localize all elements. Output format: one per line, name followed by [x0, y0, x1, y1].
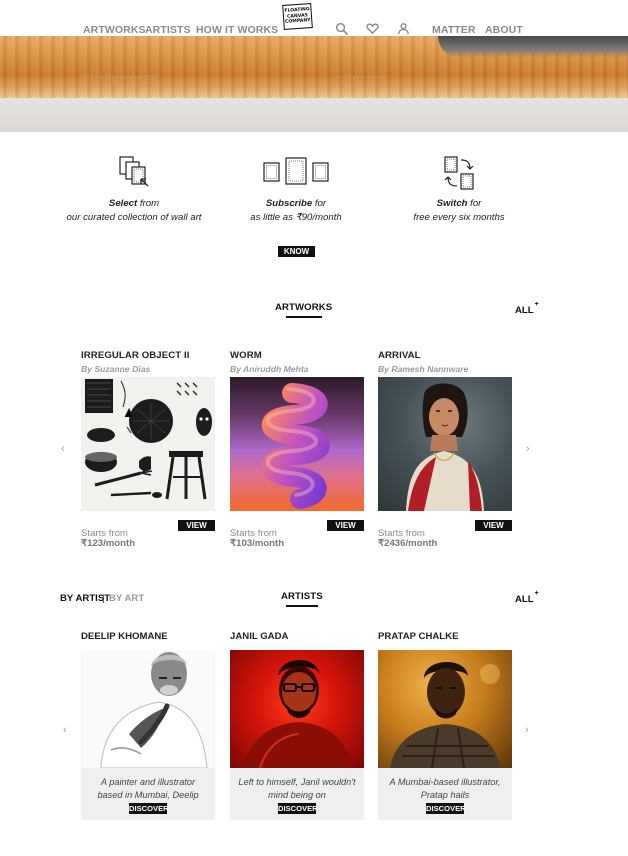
artwork-arrival-illustration — [406, 383, 484, 511]
artworks-all-link[interactable]: ALL+ — [515, 301, 539, 316]
search-icon[interactable] — [335, 22, 348, 35]
subscribe-frames-icon — [263, 157, 329, 185]
nav-artworks[interactable]: ARTWORKS — [83, 24, 146, 36]
artists-title-text: ARTISTS — [281, 591, 323, 602]
view-button[interactable]: VIEW — [475, 520, 512, 531]
hero-banner — [0, 0, 628, 132]
artist-janil-portrait — [244, 659, 352, 768]
artists-title-underline — [285, 605, 318, 607]
artwork-price: ₹103/month — [230, 538, 285, 549]
step-switch-line2: free every six months — [413, 212, 505, 223]
step-subscribe-line2: as little as ₹90/month — [250, 212, 342, 223]
artwork-price: ₹123/month — [81, 538, 136, 549]
artist-card: PRATAP CHALKE A Mumbai-based illustrator… — [378, 631, 512, 821]
artist-name[interactable]: JANIL GADA — [230, 631, 364, 642]
artist-bio: A painter and illustrator based in Mumba… — [97, 777, 199, 800]
artist-bio: Left to himself, Janil wouldn't mind bei… — [238, 777, 356, 800]
artwork-image[interactable] — [378, 377, 512, 511]
artwork-artist[interactable]: By Ramesh Nannware — [378, 364, 512, 374]
user-icon[interactable] — [397, 22, 410, 35]
site-logo[interactable]: FLOATING CANVAS COMPANY — [282, 3, 313, 30]
artist-card: DEELIP KHOMANE A painter and illustrator… — [81, 631, 215, 821]
heart-icon[interactable] — [366, 22, 379, 35]
artworks-prev-arrow[interactable]: ‹ — [61, 443, 65, 455]
hero-rock-image — [438, 36, 628, 58]
artwork-card: WORM By Aniruddh Mehta Starts from ₹103/… — [230, 350, 364, 550]
artwork-title[interactable]: IRREGULAR OBJECT II — [81, 350, 215, 361]
know-button[interactable]: KNOW — [278, 246, 315, 257]
artist-pratap-portrait — [390, 661, 500, 768]
artist-bio-box: A painter and illustrator based in Mumba… — [81, 768, 215, 820]
artist-photo[interactable] — [378, 650, 512, 768]
artwork-image[interactable] — [230, 377, 364, 511]
artists-all-link[interactable]: ALL+ — [515, 590, 539, 605]
artist-bio-box: Left to himself, Janil wouldn't mind bei… — [230, 768, 364, 820]
nav-artists[interactable]: ARTISTS — [145, 24, 191, 36]
artwork-card: IRREGULAR OBJECT II By Suzanne Dias Star — [81, 350, 215, 550]
nav-about[interactable]: ABOUT — [485, 24, 523, 36]
artworks-title-underline — [285, 316, 322, 318]
artist-card: JANIL GADA Left to himself, Janil wouldn… — [230, 631, 364, 821]
toggle-separator: | — [102, 593, 105, 604]
artist-name[interactable]: DEELIP KHOMANE — [81, 631, 215, 642]
nav-enterprises[interactable]: ENTERPRISES — [83, 74, 158, 86]
artwork-artist[interactable]: By Aniruddh Mehta — [230, 364, 364, 374]
artwork-worm-illustration — [261, 383, 330, 509]
view-button[interactable]: VIEW — [327, 520, 364, 531]
hero-wall-image — [0, 98, 628, 132]
artists-section-title: ARTISTS — [281, 591, 323, 607]
discover-button[interactable]: DISCOVER — [278, 803, 318, 814]
step-subscribe: Subscribe for as little as ₹90/month — [201, 155, 391, 225]
toggle-by-art[interactable]: BY ART — [109, 593, 144, 604]
switch-frames-icon — [444, 156, 474, 190]
nav-contact[interactable]: CONTACT — [336, 74, 387, 86]
artwork-title[interactable]: ARRIVAL — [378, 350, 512, 361]
artists-next-arrow[interactable]: › — [525, 724, 529, 736]
artworks-next-arrow[interactable]: › — [526, 443, 530, 455]
discover-button[interactable]: DISCOVER — [426, 803, 466, 814]
artist-name[interactable]: PRATAP CHALKE — [378, 631, 512, 642]
nav-matter[interactable]: MATTER — [432, 24, 476, 36]
logo-line-3: COMPANY — [284, 18, 311, 26]
artwork-price: ₹2436/month — [378, 538, 438, 549]
artwork-artist[interactable]: By Suzanne Dias — [81, 364, 215, 374]
artwork-irregular-object-illustration — [85, 379, 212, 500]
artwork-card: ARRIVAL By Ramesh Nannware Starts from ₹… — [378, 350, 512, 550]
artworks-title-text: ARTWORKS — [275, 302, 333, 313]
artists-prev-arrow[interactable]: ‹ — [63, 724, 67, 736]
discover-button[interactable]: DISCOVER — [129, 803, 169, 814]
artist-photo[interactable] — [230, 650, 364, 768]
step-switch: Switch for free every six months — [364, 155, 554, 225]
nav-how-it-works[interactable]: HOW IT WORKS — [196, 24, 278, 36]
select-frames-icon — [119, 156, 149, 187]
artwork-title[interactable]: WORM — [230, 350, 364, 361]
artist-photo[interactable] — [81, 650, 215, 768]
step-subscribe-line1: Subscribe for — [265, 198, 327, 209]
artist-deelip-portrait — [100, 652, 208, 768]
step-switch-line1: Switch for — [436, 198, 482, 209]
view-button[interactable]: VIEW — [178, 520, 215, 531]
artist-bio-box: A Mumbai-based illustrator, Pratap hails… — [378, 768, 512, 820]
artworks-section-title: ARTWORKS — [275, 302, 332, 318]
artwork-image[interactable] — [81, 377, 215, 511]
artist-bio: A Mumbai-based illustrator, Pratap hails — [389, 777, 501, 800]
